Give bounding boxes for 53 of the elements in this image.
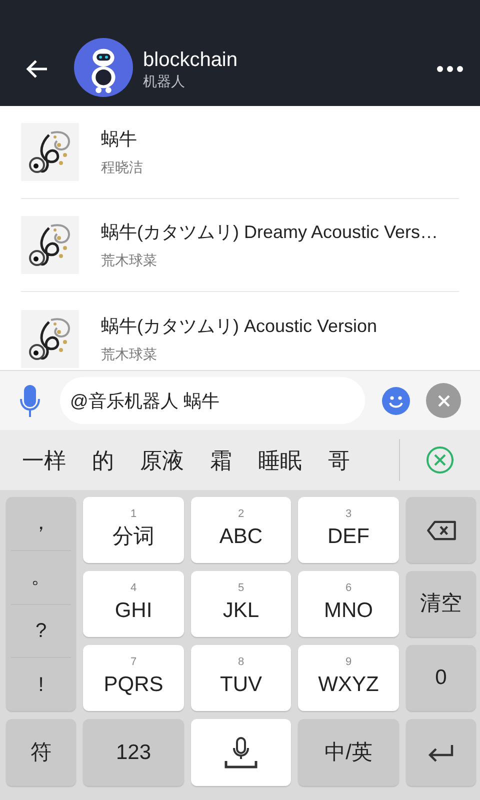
symbol-key[interactable]: ! <box>11 658 71 711</box>
keyboard-key[interactable]: 4 GHI <box>83 571 184 637</box>
keyboard-key[interactable]: 5 JKL <box>191 571 291 637</box>
song-artist: 荒木球菜 <box>101 344 158 364</box>
space-key[interactable] <box>191 719 291 786</box>
candidate-word[interactable]: 睡眠 <box>258 444 302 476</box>
smiley-icon <box>382 386 410 414</box>
close-icon <box>436 394 450 408</box>
keyboard-key[interactable]: 8 TUV <box>191 645 291 711</box>
chat-subtitle: 机器人 <box>143 72 186 90</box>
candidate-word[interactable]: 哥 <box>328 444 350 476</box>
song-title: 蜗牛 <box>101 128 138 151</box>
candidate-word[interactable]: 霜 <box>210 444 232 476</box>
microphone-icon <box>20 384 40 416</box>
keyboard-key[interactable]: 7 PQRS <box>83 645 184 711</box>
candidate-word[interactable]: 原液 <box>140 444 184 476</box>
keyboard-key[interactable]: 中/英 <box>298 719 399 786</box>
emoji-button[interactable] <box>382 386 410 414</box>
message-input[interactable]: @音乐机器人 蜗牛 <box>60 377 365 424</box>
robot-avatar-icon <box>74 38 133 97</box>
keyboard-key[interactable]: 2 ABC <box>191 497 291 563</box>
keyboard-key[interactable]: 9 WXYZ <box>298 645 399 711</box>
symbol-key[interactable]: 。 <box>11 550 71 604</box>
enter-key[interactable] <box>406 719 476 786</box>
backspace-icon <box>426 520 456 540</box>
keyboard-key[interactable]: 123 <box>83 719 184 786</box>
symbol-key[interactable]: ? <box>11 604 71 658</box>
treble-clef-icon <box>21 123 79 181</box>
song-item[interactable]: 蜗牛 程晓洁 <box>21 106 459 199</box>
song-artist: 程晓洁 <box>101 158 143 177</box>
symbol-key[interactable]: ， <box>11 497 71 551</box>
clear-button[interactable] <box>426 383 461 418</box>
keyboard-key[interactable]: 清空 <box>406 571 476 637</box>
treble-clef-icon <box>21 310 79 368</box>
song-title: 蜗牛(カタツムリ) Acoustic Version <box>101 314 378 338</box>
microphone-space-icon <box>224 736 258 770</box>
keyboard-key[interactable]: 符 <box>6 719 76 786</box>
treble-clef-icon <box>21 216 79 274</box>
song-item[interactable]: 蜗牛(カタツムリ) Acoustic Version 荒木球菜 <box>21 292 459 370</box>
keyboard-key[interactable]: 1 分词 <box>83 497 184 563</box>
candidate-word[interactable]: 一样 <box>22 444 66 476</box>
keyboard-key[interactable]: 3 DEF <box>298 497 399 563</box>
keyboard-key[interactable]: 0 <box>406 645 476 711</box>
song-title: 蜗牛(カタツムリ) Dreamy Acoustic Vers… <box>101 221 438 244</box>
candidate-word[interactable]: 的 <box>92 444 114 476</box>
enter-icon <box>426 742 456 762</box>
backspace-key[interactable] <box>406 497 476 563</box>
chat-title: blockchain <box>143 48 239 73</box>
close-circle-icon <box>426 446 454 474</box>
song-item[interactable]: 蜗牛(カタツムリ) Dreamy Acoustic Vers… 荒木球菜 <box>21 199 459 292</box>
more-icon <box>436 65 464 73</box>
keyboard-key[interactable]: 6 MNO <box>298 571 399 637</box>
song-artist: 荒木球菜 <box>101 251 158 270</box>
